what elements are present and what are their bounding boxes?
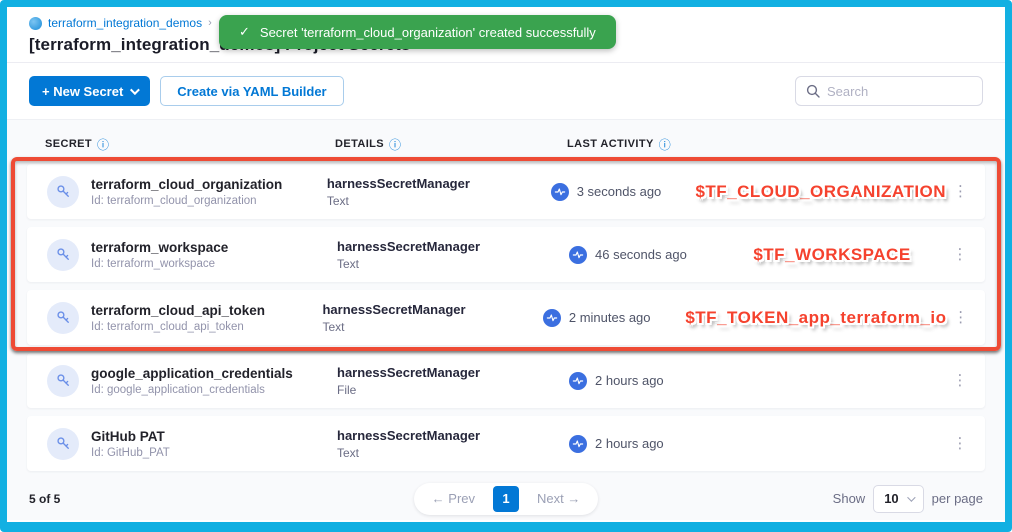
key-icon xyxy=(47,365,79,397)
table-row[interactable]: google_application_credentials Id: googl… xyxy=(27,353,985,408)
row-menu-button[interactable]: ⋮ xyxy=(945,373,975,388)
secret-id: Id: google_application_credentials xyxy=(91,384,293,396)
row-menu-button[interactable]: ⋮ xyxy=(946,184,975,199)
table-header: SECRET ⓘ DETAILS ⓘ LAST ACTIVITY ⓘ xyxy=(27,132,985,156)
secrets-table: SECRET ⓘ DETAILS ⓘ LAST ACTIVITY ⓘ xyxy=(7,119,1005,477)
key-icon xyxy=(47,302,79,334)
table-row[interactable]: terraform_workspace Id: terraform_worksp… xyxy=(27,227,985,282)
key-icon xyxy=(47,239,79,271)
page-size-select[interactable]: 10 xyxy=(873,485,923,513)
chevron-down-icon xyxy=(130,85,140,95)
success-toast: ✓ Secret 'terraform_cloud_organization' … xyxy=(219,15,616,49)
app-window: terraform_integration_demos › [terraform… xyxy=(0,0,1012,532)
row-menu-button[interactable]: ⋮ xyxy=(945,436,975,451)
last-activity: 2 hours ago xyxy=(595,373,664,388)
table-row[interactable]: terraform_cloud_organization Id: terrafo… xyxy=(27,164,985,219)
new-secret-label: + New Secret xyxy=(42,84,123,99)
project-icon xyxy=(29,17,42,30)
search-icon xyxy=(806,84,820,98)
table-row[interactable]: GitHub PAT Id: GitHub_PAT harnessSecretM… xyxy=(27,416,985,471)
activity-icon xyxy=(569,435,587,453)
per-page-label: per page xyxy=(932,491,983,506)
page-size-value: 10 xyxy=(884,491,898,506)
secret-type: Text xyxy=(337,446,569,460)
secret-name: terraform_cloud_api_token xyxy=(91,303,265,318)
row-menu-button[interactable]: ⋮ xyxy=(947,310,976,325)
prev-page-button[interactable]: ← Prev xyxy=(420,487,487,510)
pagination: ← Prev 1 Next → xyxy=(229,483,783,515)
show-label: Show xyxy=(833,491,866,506)
breadcrumb-chevron-icon: › xyxy=(208,17,212,29)
table-row[interactable]: terraform_cloud_api_token Id: terraform_… xyxy=(27,290,985,345)
activity-icon xyxy=(551,183,569,201)
page-number-button[interactable]: 1 xyxy=(493,486,519,512)
breadcrumb-project-link[interactable]: terraform_integration_demos xyxy=(48,16,202,30)
column-header-last-activity[interactable]: LAST ACTIVITY ⓘ xyxy=(567,136,985,153)
column-label: LAST ACTIVITY xyxy=(567,138,654,150)
column-header-secret[interactable]: SECRET ⓘ xyxy=(45,136,335,153)
secret-id: Id: terraform_workspace xyxy=(91,258,228,270)
last-activity: 46 seconds ago xyxy=(595,247,687,262)
next-page-button[interactable]: Next → xyxy=(525,487,592,510)
table-footer: 5 of 5 ← Prev 1 Next → Show 10 per page xyxy=(7,477,1005,520)
toolbar: + New Secret Create via YAML Builder xyxy=(7,63,1005,119)
last-activity: 2 hours ago xyxy=(595,436,664,451)
row-menu-button[interactable]: ⋮ xyxy=(945,247,975,262)
annotation-label: $TF_TOKEN_app_terraform_io xyxy=(685,308,946,328)
new-secret-button[interactable]: + New Secret xyxy=(29,76,150,106)
last-activity: 2 minutes ago xyxy=(569,310,651,325)
secret-manager: harnessSecretManager xyxy=(337,365,569,380)
search-input[interactable] xyxy=(827,84,972,99)
secret-manager: harnessSecretManager xyxy=(337,239,569,254)
yaml-builder-button[interactable]: Create via YAML Builder xyxy=(160,76,343,106)
column-label: SECRET xyxy=(45,138,92,150)
secret-manager: harnessSecretManager xyxy=(337,428,569,443)
annotation-label: $TF_CLOUD_ORGANIZATION xyxy=(695,182,946,202)
secret-name: GitHub PAT xyxy=(91,429,170,444)
secret-name: terraform_cloud_organization xyxy=(91,177,282,192)
search-box[interactable] xyxy=(795,76,983,106)
key-icon xyxy=(47,176,79,208)
secret-id: Id: GitHub_PAT xyxy=(91,447,170,459)
secret-type: File xyxy=(337,383,569,397)
secret-manager: harnessSecretManager xyxy=(327,176,551,191)
secret-id: Id: terraform_cloud_organization xyxy=(91,195,282,207)
check-icon: ✓ xyxy=(239,24,250,40)
toast-message: Secret 'terraform_cloud_organization' cr… xyxy=(260,25,596,40)
activity-icon xyxy=(543,309,561,327)
activity-icon xyxy=(569,372,587,390)
table-rows: terraform_cloud_organization Id: terrafo… xyxy=(27,164,985,471)
info-icon: ⓘ xyxy=(97,136,109,153)
secret-manager: harnessSecretManager xyxy=(322,302,542,317)
key-icon xyxy=(47,428,79,460)
secret-name: google_application_credentials xyxy=(91,366,293,381)
info-icon: ⓘ xyxy=(389,136,401,153)
column-label: DETAILS xyxy=(335,138,384,150)
secret-type: Text xyxy=(327,194,551,208)
chevron-down-icon xyxy=(907,493,915,501)
last-activity: 3 seconds ago xyxy=(577,184,662,199)
info-icon: ⓘ xyxy=(659,136,671,153)
secret-type: Text xyxy=(322,320,542,334)
annotation-label: $TF_WORKSPACE xyxy=(753,245,910,265)
secret-id: Id: terraform_cloud_api_token xyxy=(91,321,265,333)
secret-name: terraform_workspace xyxy=(91,240,228,255)
secret-type: Text xyxy=(337,257,569,271)
column-header-details[interactable]: DETAILS ⓘ xyxy=(335,136,567,153)
row-count: 5 of 5 xyxy=(29,492,229,506)
activity-icon xyxy=(569,246,587,264)
page-size-group: Show 10 per page xyxy=(783,485,983,513)
